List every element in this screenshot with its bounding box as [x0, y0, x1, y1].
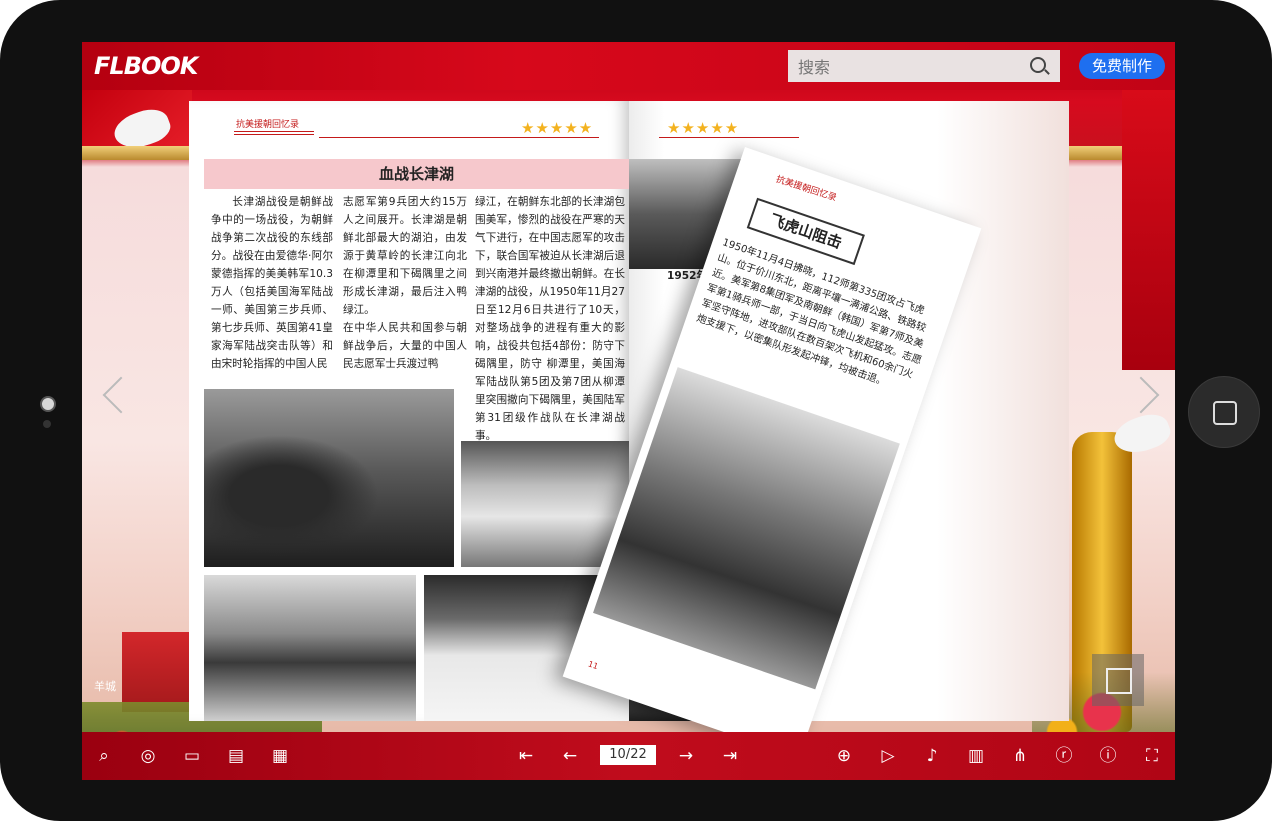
square-icon [1213, 401, 1237, 425]
divider [234, 134, 314, 135]
article-column-1: 长津湖战役是朝鲜战争中的一场战役，为朝鲜战争第二次战役的东线部分。战役在由爱德华… [211, 196, 333, 370]
prev-page-icon[interactable]: ← [558, 744, 582, 768]
prev-page-arrow[interactable] [102, 376, 140, 414]
info-icon[interactable]: ⓘ [1096, 744, 1120, 768]
last-page-icon[interactable]: ⇥ [718, 744, 742, 768]
share-icon[interactable]: ⋔ [1008, 744, 1032, 768]
flag-decoration-right [1122, 90, 1175, 370]
divider [659, 137, 799, 138]
comment-icon[interactable]: ▭ [180, 744, 204, 768]
qr-icon [1106, 668, 1132, 694]
war-photo-snow-troops [461, 441, 629, 567]
rating-stars: ★★★★★ [667, 119, 740, 137]
coin-icon[interactable]: ⓡ [1052, 744, 1076, 768]
flip-article-text: 1950年11月4日拂晓，112师第335团攻占飞虎山。位于价川东北，距离平壤一… [694, 237, 928, 389]
article-column-3: 绿江，在朝鲜东北部的长津湖包围美军，惨烈的战役在严寒的天气下进行，在中国志愿军的… [475, 196, 625, 442]
search-icon[interactable] [1030, 57, 1046, 73]
bottom-toolbar: ⌕ ◎ ▭ ▤ ▦ ⇤ ← 10/22 → ⇥ ⊕ ▷ ♪ ▥ ⋔ ⓡ ⓘ ⛶ [82, 732, 1175, 780]
divider [234, 131, 314, 132]
search-box [788, 50, 1060, 82]
search-input[interactable] [796, 55, 1020, 79]
top-bar: FLBOOK 免费制作 [82, 42, 1175, 90]
fullscreen-icon[interactable]: ⛶ [1140, 744, 1164, 768]
search-icon[interactable]: ⌕ [92, 744, 116, 768]
camera-lens [40, 396, 56, 412]
book-mode-icon[interactable]: ▥ [964, 744, 988, 768]
next-page-icon[interactable]: → [674, 744, 698, 768]
war-photo-soldiers [204, 389, 454, 567]
document-icon[interactable]: ▤ [224, 744, 248, 768]
free-create-button[interactable]: 免费制作 [1079, 53, 1165, 79]
page-number: 11 [586, 659, 600, 672]
page-header-label: 抗美援朝回忆录 [236, 120, 300, 130]
globe-icon[interactable]: ◎ [136, 744, 160, 768]
flipbook-viewer: ★ ★ FLBOOK 免费制作 抗美援朝回忆录 ★★★★★ 血战 [82, 42, 1175, 780]
flbook-logo[interactable]: FLBOOK [94, 52, 198, 80]
next-page-arrow[interactable] [1122, 376, 1160, 414]
page-header-label: 抗美援朝回忆录 [774, 174, 838, 204]
zoom-in-icon[interactable]: ⊕ [832, 744, 856, 768]
article-title: 血战长津湖 [204, 159, 629, 189]
rating-stars: ★★★★★ [521, 119, 594, 137]
gold-band-left [82, 146, 189, 160]
page-indicator[interactable]: 10/22 [600, 745, 656, 765]
first-page-icon[interactable]: ⇤ [514, 744, 538, 768]
sound-icon[interactable]: ♪ [920, 744, 944, 768]
tablet-frame: ★ ★ FLBOOK 免费制作 抗美援朝回忆录 ★★★★★ 血战 [0, 0, 1272, 821]
qr-code-button[interactable] [1092, 654, 1144, 706]
divider [319, 137, 599, 138]
play-icon[interactable]: ▷ [876, 744, 900, 768]
war-photo-vehicles [204, 575, 416, 721]
grid-icon[interactable]: ▦ [268, 744, 292, 768]
side-label: 羊城 [94, 680, 116, 693]
article-column-2: 志愿军第9兵团大约15万人之间展开。长津湖是朝鲜北部最大的湖泊，由发源于黄草岭的… [343, 196, 467, 370]
home-button[interactable] [1188, 376, 1260, 448]
page-left[interactable]: 抗美援朝回忆录 ★★★★★ 血战长津湖 长津湖战役是朝鲜战争中的一场战役，为朝鲜… [189, 101, 629, 721]
camera-sensor [43, 420, 51, 428]
